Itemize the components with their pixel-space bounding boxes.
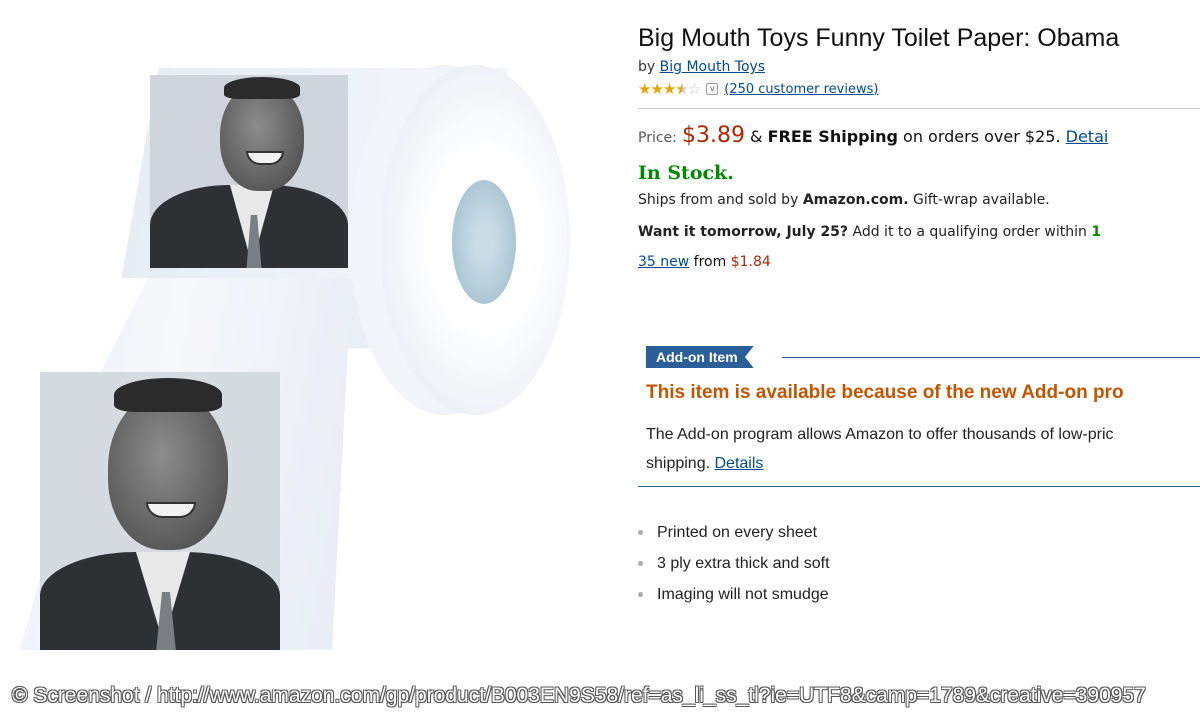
price-row: Price: $3.89 & FREE Shipping on orders o…: [638, 123, 1200, 148]
new-offers-link[interactable]: 35 new: [638, 254, 689, 270]
feature-text: 3 ply extra thick and soft: [657, 554, 830, 572]
star-rating-icon[interactable]: ★★★★★☆: [638, 80, 701, 98]
shipping-ampersand: &: [750, 127, 763, 146]
free-shipping-label: FREE Shipping: [767, 127, 898, 146]
product-title: Big Mouth Toys Funny Toilet Paper: Obama: [638, 24, 1120, 52]
price-amount: $3.89: [681, 123, 745, 148]
divider: [638, 108, 1200, 109]
bullet-icon: [638, 530, 643, 535]
credit-bar: © Screenshot / http://www.amazon.com/gp/…: [0, 674, 1200, 720]
shipping-condition: on orders over $25.: [903, 127, 1061, 146]
addon-divider: [638, 486, 1200, 487]
byline: by Big Mouth Toys: [638, 59, 1200, 75]
addon-badge: Add-on Item: [646, 346, 754, 368]
price-label: Price:: [638, 130, 677, 146]
screenshot-credit: © Screenshot / http://www.amazon.com/gp/…: [12, 684, 1146, 707]
bullet-icon: [638, 561, 643, 566]
portrait-print-top: [150, 75, 348, 268]
delivery-headline: Want it tomorrow, July 25?: [638, 224, 849, 240]
brand-link[interactable]: Big Mouth Toys: [660, 59, 765, 75]
addon-details-link[interactable]: Details: [715, 455, 764, 472]
feature-text: Printed on every sheet: [657, 523, 818, 541]
rating-row: ★★★★★☆ v (250 customer reviews): [638, 80, 1200, 98]
ships-prefix: Ships from and sold by: [638, 192, 799, 208]
addon-description-line-2: shipping. Details: [646, 449, 1200, 478]
gift-wrap-text: Gift-wrap available.: [913, 192, 1050, 208]
feature-text: Imaging will not smudge: [657, 585, 829, 603]
addon-title: This item is available because of the ne…: [646, 382, 1124, 403]
chevron-down-icon[interactable]: v: [706, 83, 719, 95]
other-offers: 35 new from $1.84: [638, 254, 1200, 270]
addon-header: Add-on Item: [646, 344, 1200, 370]
addon-header-rule: [782, 357, 1200, 358]
toilet-paper-core: [452, 180, 516, 304]
byline-prefix: by: [638, 59, 656, 75]
bullet-icon: [638, 592, 643, 597]
addon-description-prefix: shipping.: [646, 455, 711, 472]
addon-description-line-1: The Add-on program allows Amazon to offe…: [646, 426, 1114, 443]
addon-description: The Add-on program allows Amazon to offe…: [646, 420, 1200, 478]
feature-bullet: Imaging will not smudge: [638, 579, 830, 610]
screenshot: Big Mouth Toys Funny Toilet Paper: Obama…: [0, 0, 1200, 720]
offers-from-price: $1.84: [730, 254, 771, 270]
product-details: Big Mouth Toys Funny Toilet Paper: Obama…: [638, 24, 1200, 603]
feature-bullet: Printed on every sheet: [638, 517, 830, 548]
feature-bullet: 3 ply extra thick and soft: [638, 548, 830, 579]
product-image[interactable]: [0, 0, 600, 670]
delivery-condition: Add it to a qualifying order within: [852, 224, 1087, 240]
offers-from-label: from: [693, 254, 727, 270]
customer-reviews-link[interactable]: (250 customer reviews): [724, 82, 878, 97]
feature-bullets: Printed on every sheet 3 ply extra thick…: [638, 517, 830, 610]
delivery-countdown: 1: [1091, 224, 1102, 240]
portrait-print-bottom: [40, 372, 280, 650]
ships-from-text: Ships from and sold by Amazon.com. Gift-…: [638, 192, 1200, 208]
seller-name: Amazon.com.: [802, 192, 909, 208]
stock-status: In Stock.: [638, 162, 734, 184]
shipping-details-link[interactable]: Detai: [1066, 127, 1109, 146]
delivery-promise: Want it tomorrow, July 25? Add it to a q…: [638, 224, 1200, 240]
